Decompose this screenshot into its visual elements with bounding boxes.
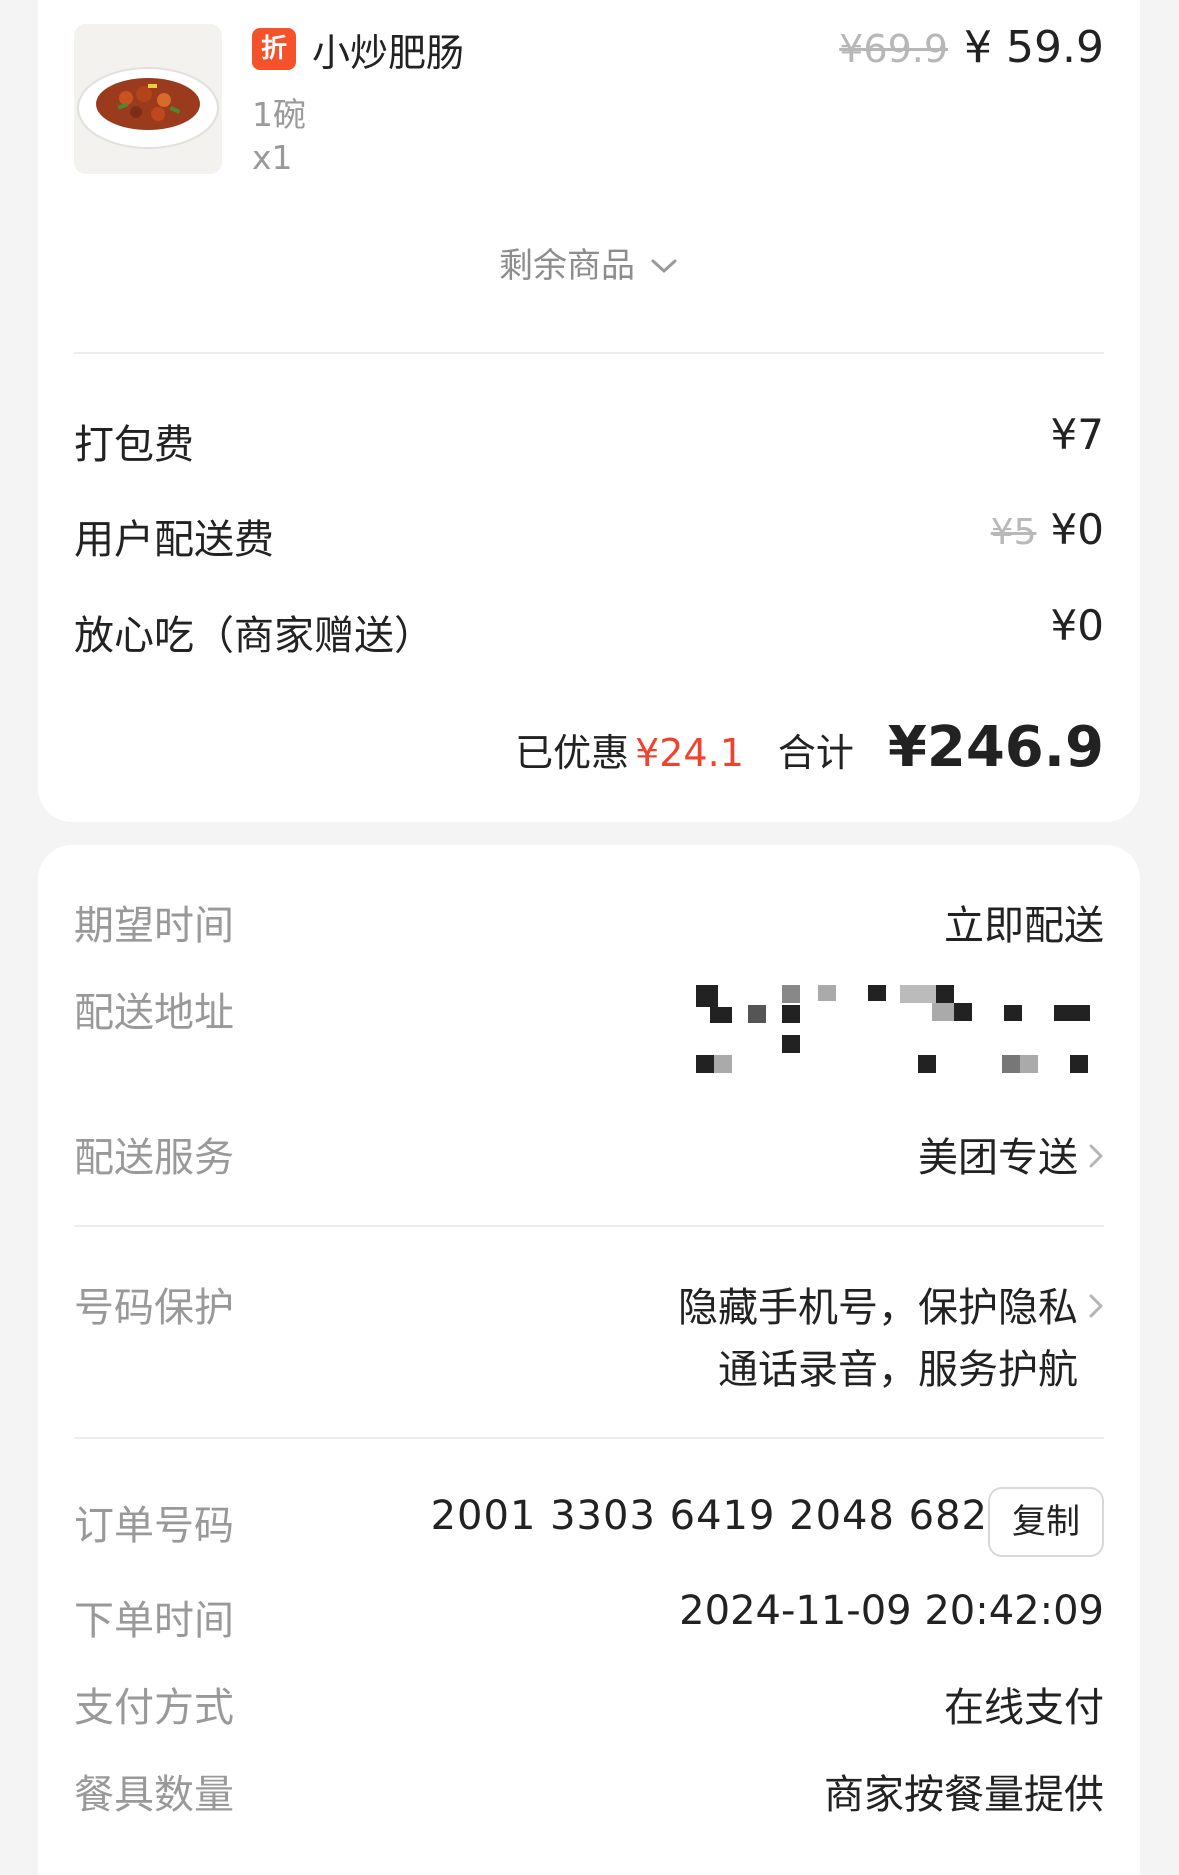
order-items-card: 折 小炒肥肠 1碗 x1 ¥69.9 ¥ 59.9 剩余商品 打包费 ¥7 用户配… <box>38 0 1140 822</box>
number-protection-link[interactable]: 隐藏手机号，保护隐私 <box>678 1275 1104 1333</box>
discount-label: 已优惠 <box>515 731 630 775</box>
order-time-value: 2024-11-09 20:42:09 <box>679 1588 1104 1634</box>
delivery-fee-current: ¥0 <box>1050 505 1104 554</box>
discount-badge: 折 <box>252 28 296 70</box>
delivery-service-link[interactable]: 美团专送 <box>918 1125 1104 1183</box>
payment-method-value: 在线支付 <box>944 1685 1104 1731</box>
expected-time-value: 立即配送 <box>944 903 1104 949</box>
order-time-label: 下单时间 <box>74 1598 234 1644</box>
assurance-label: 放心吃（商家赠送） <box>74 613 434 659</box>
product-price: ¥69.9 ¥ 59.9 <box>839 22 1104 73</box>
divider <box>74 1437 1104 1439</box>
chevron-right-icon <box>1088 1284 1104 1330</box>
order-info-card: 期望时间 立即配送 配送地址 配送服务 美团专送 号码保护 隐藏手机号，保护隐私… <box>38 845 1140 1875</box>
product-spec: 1碗 <box>252 95 306 134</box>
packaging-fee-value: ¥7 <box>1050 410 1104 459</box>
payment-method-label: 支付方式 <box>74 1685 234 1731</box>
total-amount: ¥246.9 <box>887 715 1104 780</box>
number-protection-label: 号码保护 <box>74 1285 234 1331</box>
dish-photo[interactable] <box>74 24 222 174</box>
remaining-items-label: 剩余商品 <box>499 246 635 286</box>
original-price: ¥69.9 <box>839 27 949 71</box>
assurance-value: ¥0 <box>1050 601 1104 650</box>
chevron-down-icon <box>649 245 679 285</box>
packaging-fee-label: 打包费 <box>74 422 194 468</box>
delivery-service-label: 配送服务 <box>74 1135 234 1181</box>
delivery-fee-value: ¥5 ¥0 <box>991 505 1104 554</box>
remaining-items-toggle[interactable]: 剩余商品 <box>38 238 1140 287</box>
product-quantity: x1 <box>252 138 293 177</box>
order-number-label: 订单号码 <box>74 1503 234 1549</box>
order-number-value: 2001 3303 6419 2048 682 <box>430 1493 988 1539</box>
current-price: ¥ 59.9 <box>964 22 1104 73</box>
discount-amount: ¥24.1 <box>635 731 744 775</box>
chevron-right-icon <box>1088 1134 1104 1180</box>
tableware-label: 餐具数量 <box>74 1772 234 1818</box>
order-summary: 已优惠 ¥24.1 合计 ¥246.9 <box>515 715 1104 780</box>
copy-button[interactable]: 复制 <box>988 1487 1104 1557</box>
delivery-fee-original: ¥5 <box>990 512 1037 553</box>
number-protection-line2: 通话录音，服务护航 <box>718 1347 1078 1393</box>
expected-time-label: 期望时间 <box>74 903 234 949</box>
address-redacted <box>696 985 1156 1085</box>
number-protection-line1: 隐藏手机号，保护隐私 <box>678 1285 1078 1331</box>
tableware-value: 商家按餐量提供 <box>824 1772 1104 1818</box>
delivery-fee-label: 用户配送费 <box>74 517 274 563</box>
product-name: 小炒肥肠 <box>312 31 465 75</box>
delivery-service-value: 美团专送 <box>918 1135 1078 1181</box>
divider <box>74 352 1104 354</box>
divider <box>74 1225 1104 1227</box>
address-label: 配送地址 <box>74 990 234 1036</box>
total-label: 合计 <box>777 731 854 775</box>
